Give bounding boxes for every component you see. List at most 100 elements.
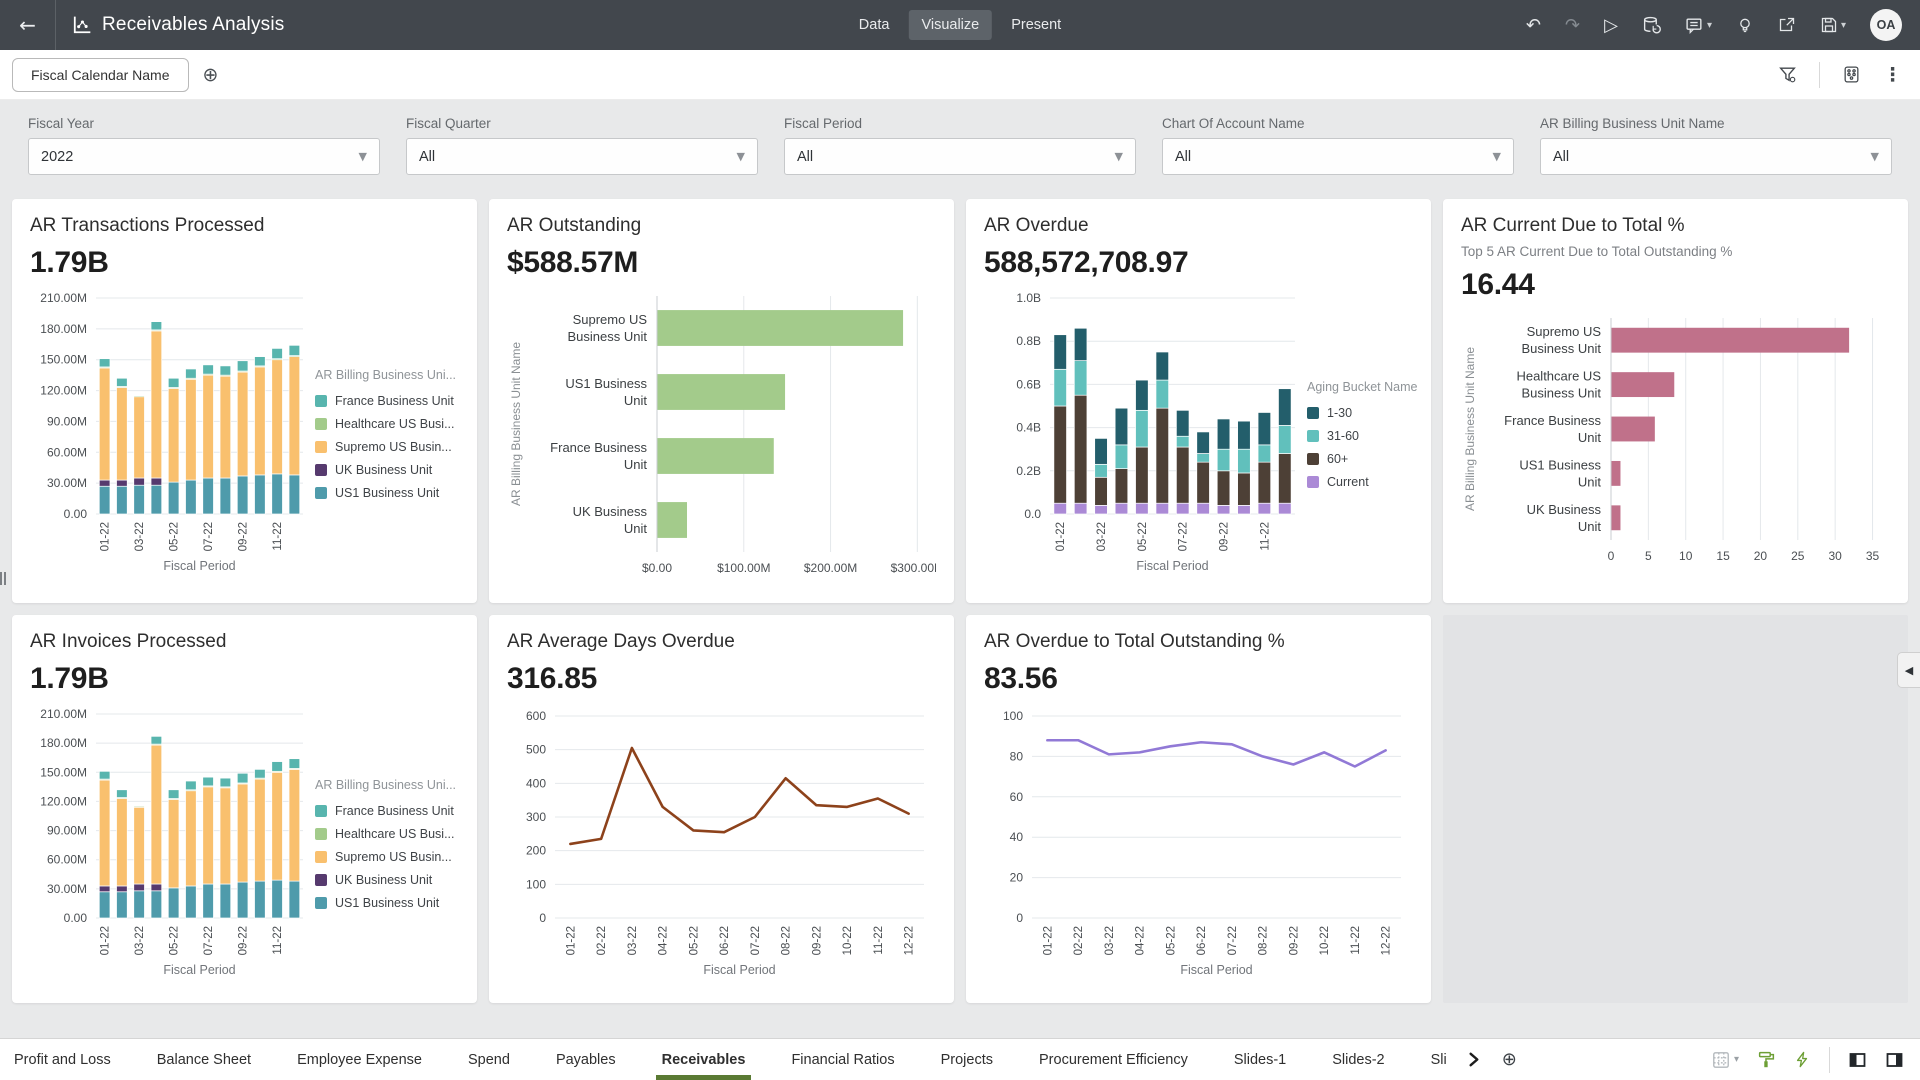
card-title: AR Outstanding xyxy=(507,215,936,237)
save-icon[interactable]: ▾ xyxy=(1820,16,1846,34)
canvas-tab-employee-expense[interactable]: Employee Expense xyxy=(297,1039,422,1080)
empty-canvas-cell xyxy=(1443,615,1908,1003)
canvas-tab-financial-ratios[interactable]: Financial Ratios xyxy=(791,1039,894,1080)
chevron-down-icon: ▼ xyxy=(1871,150,1879,163)
canvas-tab-slides-2[interactable]: Slides-2 xyxy=(1332,1039,1384,1080)
dropdown-caret-icon[interactable]: ▾ xyxy=(1841,20,1846,31)
dropdown-caret-icon[interactable]: ▾ xyxy=(1707,20,1712,31)
canvas-tab-sli[interactable]: Sli xyxy=(1431,1039,1447,1080)
chart-plot[interactable]: 0.0030.00M60.00M90.00M120.00M150.00M180.… xyxy=(30,706,309,982)
chart-plot[interactable]: 010020030040050060001-2202-2203-2204-220… xyxy=(507,706,936,982)
resize-handle[interactable] xyxy=(0,572,6,585)
refresh-data-icon[interactable] xyxy=(1642,16,1661,35)
collapse-panel-arrow[interactable]: ◀ xyxy=(1897,652,1920,688)
chart-area: $0.00$100.00M$200.00M$300.00MSupremo USB… xyxy=(507,290,936,578)
svg-text:01-22: 01-22 xyxy=(565,926,577,955)
canvas-tab-procurement-efficiency[interactable]: Procurement Efficiency xyxy=(1039,1039,1188,1080)
canvas-tab-projects[interactable]: Projects xyxy=(941,1039,993,1080)
legend-item[interactable]: US1 Business Unit xyxy=(315,896,459,910)
scroll-tabs-right-icon[interactable] xyxy=(1465,1051,1482,1068)
legend-item[interactable]: UK Business Unit xyxy=(315,463,459,477)
svg-text:06-22: 06-22 xyxy=(1196,926,1208,955)
chart-plot[interactable]: 05101520253035Supremo USBusiness UnitHea… xyxy=(1461,312,1890,566)
export-icon[interactable] xyxy=(1778,16,1796,34)
legend-item[interactable]: Supremo US Busin... xyxy=(315,850,459,864)
svg-text:20: 20 xyxy=(1754,549,1768,563)
canvas-tab-balance-sheet[interactable]: Balance Sheet xyxy=(157,1039,251,1080)
dropdown-caret-icon[interactable]: ▾ xyxy=(1734,1054,1739,1065)
legend-item[interactable]: Supremo US Busin... xyxy=(315,440,459,454)
back-button[interactable]: ← xyxy=(0,0,56,50)
fiscal-calendar-name-pill[interactable]: Fiscal Calendar Name xyxy=(12,58,189,92)
svg-text:Business Unit: Business Unit xyxy=(568,329,648,344)
legend-item[interactable]: France Business Unit xyxy=(315,394,459,408)
canvas-tab-slides-1[interactable]: Slides-1 xyxy=(1234,1039,1286,1080)
svg-text:60: 60 xyxy=(1010,790,1024,804)
panel-left-icon[interactable] xyxy=(1848,1051,1867,1069)
chart-of-account-name-dropdown[interactable]: All▼ xyxy=(1162,138,1514,175)
svg-text:0.2B: 0.2B xyxy=(1016,464,1041,478)
canvas-grid-icon[interactable]: ▾ xyxy=(1711,1050,1739,1070)
canvas-tab-payables[interactable]: Payables xyxy=(556,1039,616,1080)
svg-text:US1 Business: US1 Business xyxy=(1519,457,1601,472)
panel-right-icon[interactable] xyxy=(1885,1051,1904,1069)
svg-text:07-22: 07-22 xyxy=(1227,926,1239,955)
chart-plot[interactable]: 0.0030.00M60.00M90.00M120.00M150.00M180.… xyxy=(30,290,309,578)
legend-item[interactable]: 1-30 xyxy=(1307,406,1413,420)
fiscal-quarter-dropdown[interactable]: All▼ xyxy=(406,138,758,175)
chart-area: 05101520253035Supremo USBusiness UnitHea… xyxy=(1461,312,1890,566)
legend-item[interactable]: 31-60 xyxy=(1307,429,1413,443)
divider xyxy=(1829,1047,1830,1073)
canvas-tab-profit-and-loss[interactable]: Profit and Loss xyxy=(14,1039,111,1080)
fiscal-year-dropdown[interactable]: 2022▼ xyxy=(28,138,380,175)
format-painter-icon[interactable] xyxy=(1757,1050,1776,1069)
user-avatar[interactable]: OA xyxy=(1870,9,1902,41)
chart-area: 0.00.2B0.4B0.6B0.8B1.0B01-2203-2205-2207… xyxy=(984,290,1413,578)
svg-text:03-22: 03-22 xyxy=(134,522,146,551)
legend-item[interactable]: US1 Business Unit xyxy=(315,486,459,500)
quick-insights-icon[interactable] xyxy=(1794,1050,1811,1069)
legend-item[interactable]: Healthcare US Busi... xyxy=(315,417,459,431)
legend-item[interactable]: 60+ xyxy=(1307,452,1413,466)
svg-text:400: 400 xyxy=(526,776,546,790)
tab-data[interactable]: Data xyxy=(846,10,903,40)
chart-legend: AR Billing Business Uni...France Busines… xyxy=(309,706,459,982)
svg-text:01-22: 01-22 xyxy=(100,522,112,551)
more-options-icon[interactable]: ⋮ xyxy=(1883,64,1902,86)
filter-icon[interactable] xyxy=(1778,65,1797,84)
preview-icon[interactable]: ▷ xyxy=(1604,15,1618,36)
legend-swatch xyxy=(315,874,327,886)
chart-plot[interactable]: $0.00$100.00M$200.00M$300.00MSupremo USB… xyxy=(507,290,936,578)
kpi-value: 588,572,708.97 xyxy=(984,246,1413,280)
legend-item[interactable]: France Business Unit xyxy=(315,804,459,818)
tab-visualize[interactable]: Visualize xyxy=(908,10,992,40)
chart-plot[interactable]: 0.00.2B0.4B0.6B0.8B1.0B01-2203-2205-2207… xyxy=(984,290,1301,578)
redo-icon[interactable]: ↷ xyxy=(1565,15,1580,36)
canvas-tab-receivables[interactable]: Receivables xyxy=(662,1039,746,1080)
tab-present[interactable]: Present xyxy=(998,10,1074,40)
canvas-tab-spend[interactable]: Spend xyxy=(468,1039,510,1080)
legend-label: UK Business Unit xyxy=(335,873,432,887)
svg-text:France Business: France Business xyxy=(550,440,647,455)
ar-billing-business-unit-name-dropdown[interactable]: All▼ xyxy=(1540,138,1892,175)
chart-plot[interactable]: 02040608010001-2202-2203-2204-2205-2206-… xyxy=(984,706,1413,982)
chevron-down-icon: ▼ xyxy=(1115,150,1123,163)
legend-item[interactable]: Healthcare US Busi... xyxy=(315,827,459,841)
comments-icon[interactable]: ▾ xyxy=(1685,16,1712,35)
legend-item[interactable]: UK Business Unit xyxy=(315,873,459,887)
canvas-settings-icon[interactable] xyxy=(1842,65,1861,84)
insights-icon[interactable] xyxy=(1736,16,1754,35)
svg-text:0.0: 0.0 xyxy=(1024,507,1041,521)
legend-swatch xyxy=(315,464,327,476)
legend-item[interactable]: Current xyxy=(1307,475,1413,489)
svg-text:100: 100 xyxy=(1003,709,1023,723)
add-filter-icon[interactable]: ⊕ xyxy=(203,64,219,86)
undo-icon[interactable]: ↶ xyxy=(1526,15,1541,36)
svg-text:12-22: 12-22 xyxy=(904,926,916,955)
top-app-bar: ← Receivables Analysis DataVisualizePres… xyxy=(0,0,1920,50)
svg-text:Business Unit: Business Unit xyxy=(1522,386,1602,401)
fiscal-period-dropdown[interactable]: All▼ xyxy=(784,138,1136,175)
svg-text:$100.00M: $100.00M xyxy=(717,561,770,575)
add-canvas-icon[interactable]: ⊕ xyxy=(1502,1049,1517,1070)
svg-text:Fiscal Period: Fiscal Period xyxy=(1136,559,1208,573)
